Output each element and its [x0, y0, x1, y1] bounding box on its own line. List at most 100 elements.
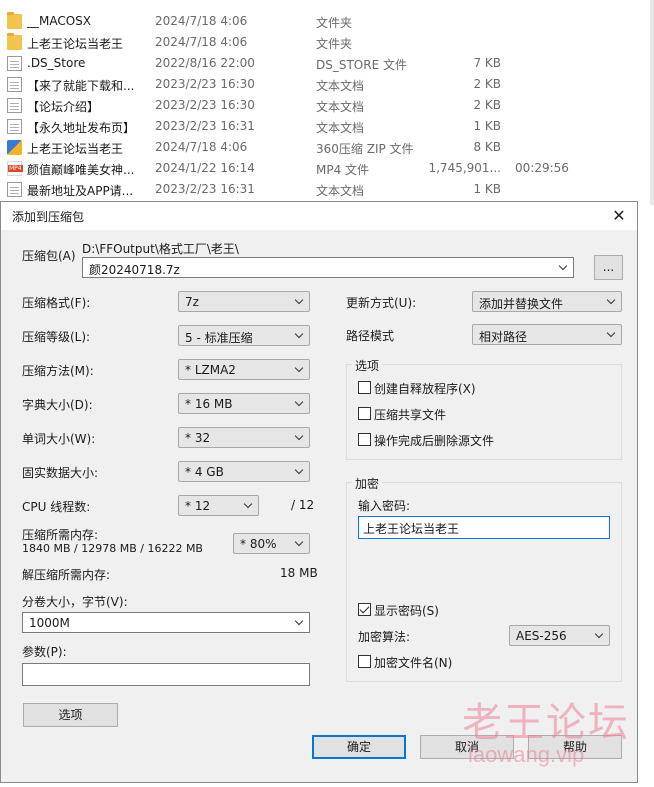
- threads-max: / 12: [291, 498, 315, 512]
- shared-checkbox-box[interactable]: [358, 407, 371, 420]
- file-size: 2 KB: [473, 77, 501, 91]
- file-size: 1,745,901...: [428, 161, 501, 175]
- file-row[interactable]: 最新地址及APP请... 2023/2/23 16:31 文本文档 1 KB: [0, 179, 654, 200]
- delete-checkbox-box[interactable]: [358, 433, 371, 446]
- word-value: * 32: [185, 431, 211, 445]
- solid-value: * 4 GB: [185, 465, 224, 479]
- file-duration: 00:29:56: [515, 161, 569, 175]
- chevron-down-icon: [559, 263, 568, 272]
- file-type: 文件夹: [316, 37, 353, 51]
- dialog-titlebar: 添加到压缩包 ✕: [1, 202, 637, 230]
- file-name: .DS_Store: [27, 56, 86, 70]
- encrypt-names-checkbox-box[interactable]: [358, 655, 371, 668]
- password-value: 上老王论坛当老王: [363, 522, 460, 536]
- method-select[interactable]: * LZMA2: [178, 359, 310, 380]
- file-row[interactable]: __MACOSX 2024/7/18 4:06 文件夹: [0, 11, 654, 32]
- archive-name-combo[interactable]: 颜20240718.7z: [82, 257, 574, 278]
- archive-name-value: 颜20240718.7z: [89, 263, 180, 277]
- file-size: 2 KB: [473, 98, 501, 112]
- params-input[interactable]: [22, 663, 310, 686]
- threads-label: CPU 线程数:: [22, 500, 91, 514]
- solid-select[interactable]: * 4 GB: [178, 461, 310, 482]
- encryption-group-title: 加密: [352, 475, 383, 492]
- delete-checkbox-label: 操作完成后删除源文件: [374, 434, 495, 448]
- volume-combo[interactable]: 1000M: [22, 612, 310, 633]
- file-row[interactable]: 【永久地址发布页】 2023/2/23 16:31 文本文档 1 KB: [0, 116, 654, 137]
- sfx-checkbox-label: 创建自释放程序(X): [374, 382, 476, 396]
- dict-select[interactable]: * 16 MB: [178, 393, 310, 414]
- format-select[interactable]: 7z: [178, 291, 310, 312]
- text-file-icon: [7, 98, 22, 113]
- file-size: 7 KB: [473, 56, 501, 70]
- shared-checkbox-label: 压缩共享文件: [374, 408, 447, 422]
- file-row[interactable]: 【论坛介绍】 2023/2/23 16:30 文本文档 2 KB: [0, 95, 654, 116]
- solid-label: 固实数据大小:: [22, 466, 99, 480]
- file-date: 2023/2/23 16:31: [155, 182, 255, 196]
- chevron-down-icon: [295, 433, 304, 442]
- file-name: 最新地址及APP请...: [27, 184, 134, 198]
- file-row[interactable]: 颜值巅峰唯美女神... 2024/1/22 16:14 MP4 文件 1,745,90…: [0, 158, 654, 179]
- options-button[interactable]: 选项: [23, 703, 118, 727]
- encrypt-names-label: 加密文件名(N): [374, 656, 453, 670]
- update-label: 更新方式(U):: [346, 296, 417, 310]
- chevron-down-icon: [295, 539, 304, 548]
- file-list-scrollbar[interactable]: [650, 0, 654, 205]
- show-password-checkbox-box[interactable]: [358, 603, 371, 616]
- chevron-down-icon: [295, 365, 304, 374]
- sfx-checkbox-box[interactable]: [358, 381, 371, 394]
- chevron-down-icon: [295, 331, 304, 340]
- chevron-down-icon: [607, 330, 616, 339]
- mem-compress-label: 压缩所需内存:: [22, 528, 99, 542]
- word-label: 单词大小(W):: [22, 432, 96, 446]
- dict-label: 字典大小(D):: [22, 398, 93, 412]
- level-label: 压缩等级(L):: [22, 330, 91, 344]
- volume-label: 分卷大小，字节(V):: [22, 595, 128, 609]
- file-size: 8 KB: [473, 140, 501, 154]
- file-type: MP4 文件: [316, 163, 370, 177]
- mem-percent-select[interactable]: * 80%: [233, 533, 310, 554]
- chevron-down-icon: [295, 399, 304, 408]
- options-group-title: 选项: [352, 357, 383, 374]
- ok-button[interactable]: 确定: [312, 735, 406, 759]
- text-file-icon: [7, 77, 22, 92]
- file-name: 【永久地址发布页】: [27, 121, 136, 135]
- level-select[interactable]: 5 - 标准压缩: [178, 325, 310, 346]
- chevron-down-icon: [295, 618, 304, 627]
- archive-label: 压缩包(A): [22, 249, 76, 263]
- file-row[interactable]: 【来了就能下载和... 2023/2/23 16:30 文本文档 2 KB: [0, 74, 654, 95]
- chevron-down-icon: [607, 297, 616, 306]
- file-row[interactable]: .DS_Store 2022/8/16 22:00 DS_STORE 文件 7 KB: [0, 53, 654, 74]
- watermark-chinese: 老王论坛: [462, 700, 630, 746]
- file-name: 上老王论坛当老王: [27, 37, 124, 51]
- pathmode-value: 相对路径: [479, 330, 528, 344]
- file-type: 文本文档: [316, 79, 365, 93]
- update-select[interactable]: 添加并替换文件: [472, 291, 622, 312]
- chevron-down-icon: [244, 501, 253, 510]
- encryption-method-select[interactable]: AES-256: [509, 625, 610, 646]
- pathmode-select[interactable]: 相对路径: [472, 324, 622, 345]
- password-input[interactable]: 上老王论坛当老王: [358, 516, 610, 539]
- word-select[interactable]: * 32: [178, 427, 310, 448]
- folder-icon: [7, 33, 22, 50]
- params-label: 参数(P):: [22, 645, 67, 659]
- encryption-method-label: 加密算法:: [358, 630, 411, 644]
- mem-decompress-label: 解压缩所需内存:: [22, 568, 111, 582]
- close-button[interactable]: ✕: [605, 203, 633, 229]
- close-icon: ✕: [612, 206, 626, 225]
- file-type: 文本文档: [316, 100, 365, 114]
- threads-select[interactable]: * 12: [178, 495, 259, 516]
- file-size: 1 KB: [473, 182, 501, 196]
- file-row[interactable]: 上老王论坛当老王 2024/7/18 4:06 文件夹: [0, 32, 654, 53]
- file-name: 上老王论坛当老王: [27, 142, 124, 156]
- format-value: 7z: [185, 295, 199, 309]
- video-file-icon: [7, 161, 23, 176]
- file-name: 【论坛介绍】: [27, 100, 100, 114]
- format-label: 压缩格式(F):: [22, 296, 91, 310]
- browse-button[interactable]: ...: [594, 255, 623, 280]
- update-value: 添加并替换文件: [479, 297, 564, 311]
- file-date: 2023/2/23 16:31: [155, 119, 255, 133]
- file-name: 【来了就能下载和...: [27, 79, 135, 93]
- document-icon: [7, 56, 22, 71]
- file-row[interactable]: 上老王论坛当老王 2024/7/18 4:06 360压缩 ZIP 文件 8 KB: [0, 137, 654, 158]
- file-type: 文本文档: [316, 184, 365, 198]
